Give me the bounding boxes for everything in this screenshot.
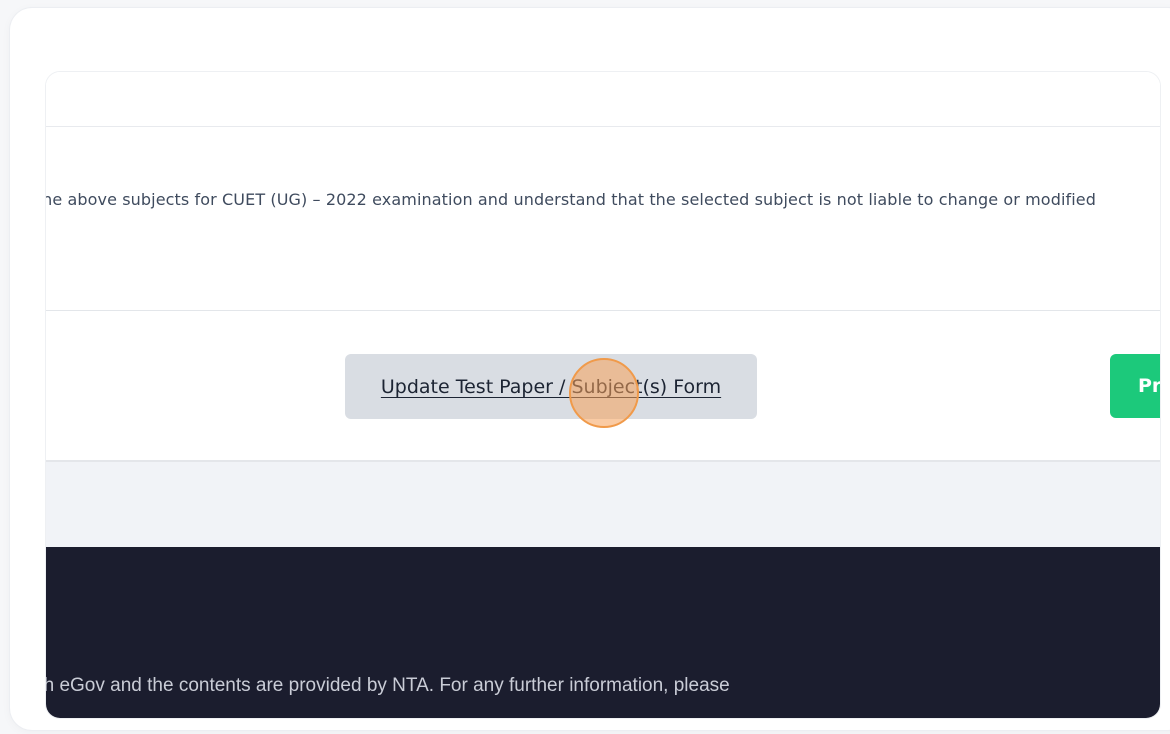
form-card: l the above subjects for CUET (UG) – 202…	[10, 8, 1170, 730]
declaration-text: l the above subjects for CUET (UG) – 202…	[46, 190, 1096, 209]
footer-text: rth eGov and the contents are provided b…	[46, 675, 730, 696]
declaration-panel: l the above subjects for CUET (UG) – 202…	[46, 72, 1160, 718]
footer: rth eGov and the contents are provided b…	[46, 547, 1160, 718]
section-divider	[46, 310, 1160, 311]
proceed-button[interactable]: Proceed	[1110, 354, 1160, 418]
panel-header	[46, 72, 1160, 127]
update-subjects-button[interactable]: Update Test Paper / Subject(s) Form	[345, 354, 757, 419]
page-background-band	[46, 462, 1160, 547]
